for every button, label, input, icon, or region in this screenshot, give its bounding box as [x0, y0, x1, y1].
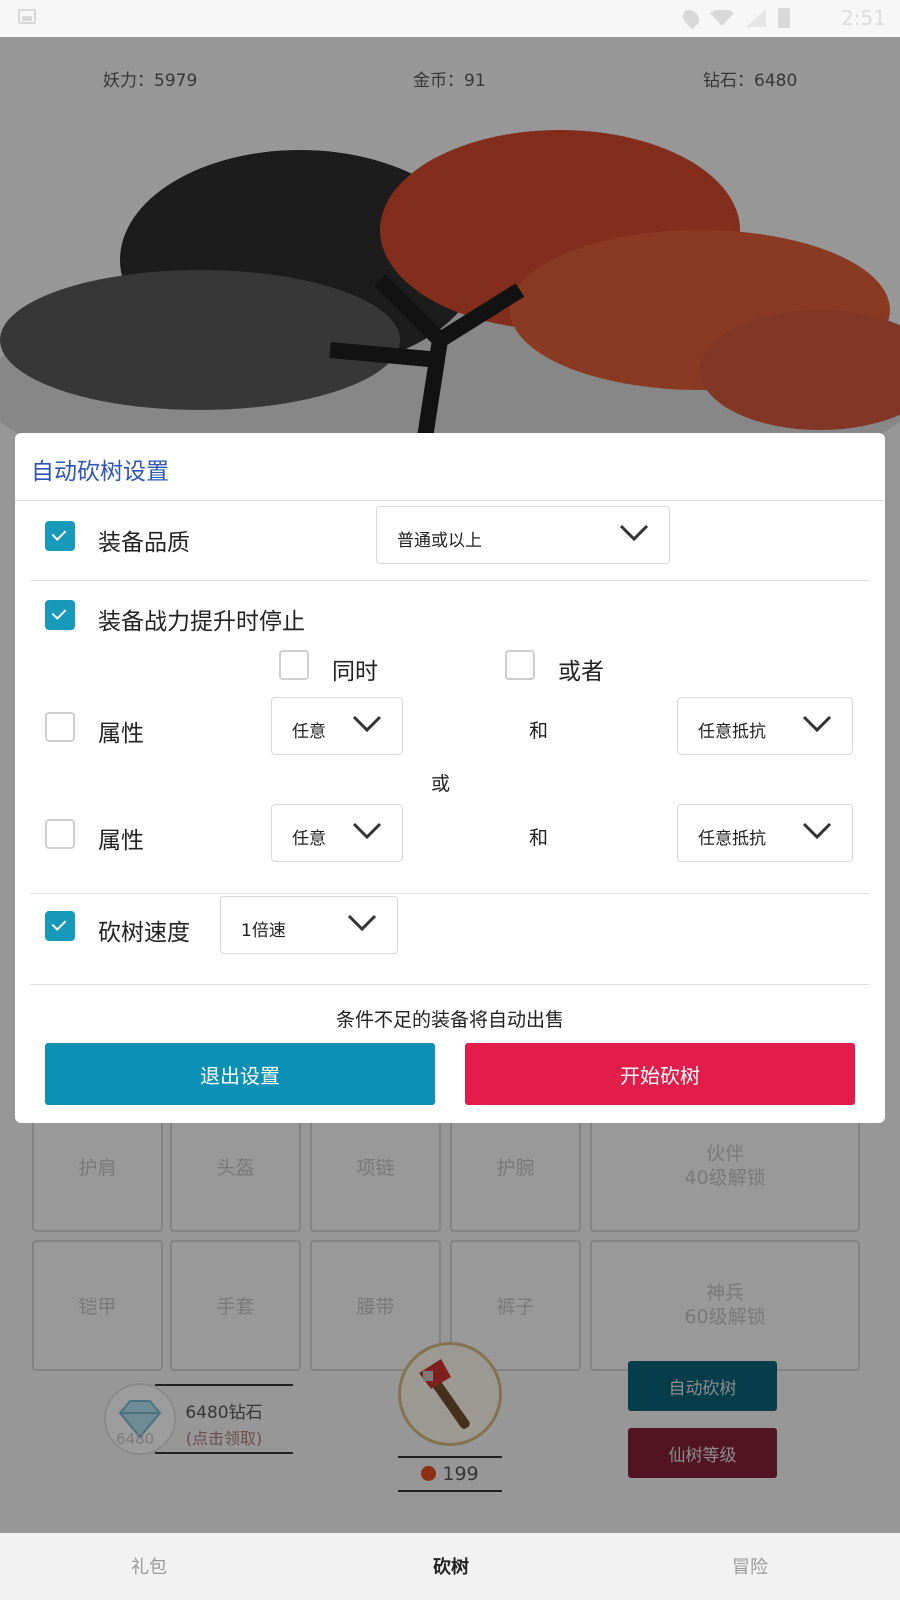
- tab-adventure[interactable]: 冒险: [732, 1553, 768, 1579]
- chevron-down-icon: [352, 715, 382, 733]
- power-stop-checkbox[interactable]: [45, 600, 75, 630]
- attribute2-resist-dropdown[interactable]: 任意抵抗: [677, 804, 853, 862]
- tab-gift[interactable]: 礼包: [131, 1553, 167, 1579]
- system-icons: [679, 6, 790, 30]
- auto-sell-note: 条件不足的装备将自动出售: [335, 1009, 564, 1031]
- attribute2-value: 任意: [292, 829, 326, 849]
- simultaneous-label: 同时: [332, 659, 378, 685]
- chevron-down-icon: [347, 914, 377, 932]
- battery-icon: [778, 8, 790, 28]
- divider: [30, 893, 870, 894]
- speed-dropdown[interactable]: 1倍速: [220, 896, 398, 954]
- power-stop-label: 装备战力提升时停止: [98, 609, 305, 635]
- divider: [30, 984, 870, 985]
- auto-chop-settings-dialog: 自动砍树设置 装备品质 普通或以上 装备战力提升时停止 同时 或者 属性 任意 …: [15, 433, 885, 1123]
- speed-checkbox[interactable]: [45, 911, 75, 941]
- attribute1-checkbox[interactable]: [45, 712, 75, 742]
- quality-dropdown-value: 普通或以上: [397, 531, 482, 551]
- or-label: 或: [431, 773, 451, 795]
- attribute1-dropdown[interactable]: 任意: [271, 697, 403, 755]
- attribute2-dropdown[interactable]: 任意: [271, 804, 403, 862]
- exit-settings-button[interactable]: 退出设置: [45, 1043, 435, 1105]
- attribute1-resist-dropdown[interactable]: 任意抵抗: [677, 697, 853, 755]
- attribute1-value: 任意: [292, 722, 326, 742]
- attribute2-and-label: 和: [529, 827, 549, 849]
- quality-dropdown[interactable]: 普通或以上: [376, 506, 670, 564]
- attribute1-label: 属性: [98, 721, 144, 747]
- either-label: 或者: [558, 659, 604, 685]
- simultaneous-checkbox[interactable]: [279, 650, 309, 680]
- either-checkbox[interactable]: [505, 650, 535, 680]
- start-chop-button[interactable]: 开始砍树: [465, 1043, 855, 1105]
- chevron-down-icon: [352, 822, 382, 840]
- dialog-title: 自动砍树设置: [31, 459, 169, 485]
- signal-icon: [746, 9, 766, 27]
- attribute2-label: 属性: [98, 828, 144, 854]
- speed-label: 砍树速度: [98, 920, 190, 946]
- bottom-nav: 礼包 砍树 冒险: [0, 1533, 900, 1600]
- location-icon: [679, 6, 703, 30]
- speed-dropdown-value: 1倍速: [241, 921, 286, 941]
- clock: 2:51: [841, 6, 886, 30]
- image-notification-icon: [18, 9, 36, 24]
- quality-checkbox[interactable]: [45, 521, 75, 551]
- chevron-down-icon: [802, 715, 832, 733]
- attribute2-checkbox[interactable]: [45, 819, 75, 849]
- chevron-down-icon: [802, 822, 832, 840]
- tab-chop-tree[interactable]: 砍树: [433, 1553, 469, 1579]
- divider: [15, 500, 885, 501]
- chevron-down-icon: [619, 524, 649, 542]
- attribute1-resist-value: 任意抵抗: [698, 722, 766, 742]
- attribute2-resist-value: 任意抵抗: [698, 829, 766, 849]
- status-bar: 2:51: [0, 0, 900, 37]
- quality-label: 装备品质: [98, 530, 190, 556]
- divider: [30, 580, 870, 581]
- wifi-icon: [710, 10, 734, 26]
- attribute1-and-label: 和: [529, 720, 549, 742]
